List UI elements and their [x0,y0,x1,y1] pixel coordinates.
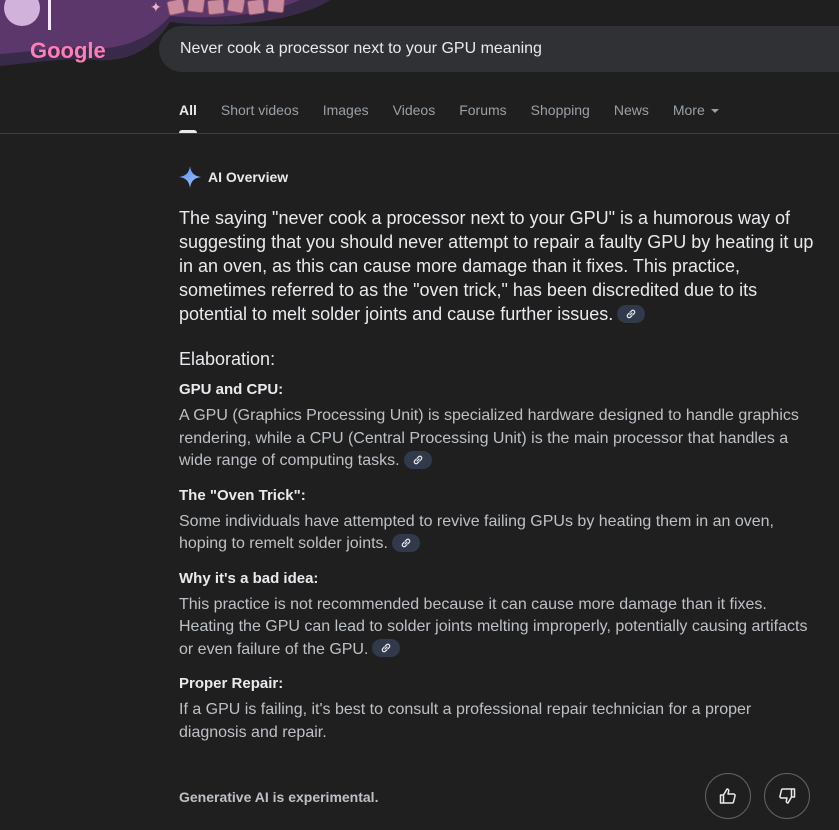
section-body: A GPU (Graphics Processing Unit) is spec… [179,405,819,473]
thumbs-up-icon [719,788,736,804]
tab-videos[interactable]: Videos [393,102,436,133]
section-body: This practice is not recommended because… [179,594,819,662]
ai-overview-header: AI Overview [178,164,819,190]
section-body: If a GPU is failing, it's best to consul… [179,701,752,741]
tab-more[interactable]: More [673,102,719,133]
tab-shopping[interactable]: Shopping [531,102,590,133]
section-body-text: Some individuals have attempted to reviv… [179,512,774,553]
tab-news[interactable]: News [614,102,649,133]
header: ✦ Google Never cook a processor next to … [0,0,839,134]
section-title: The "Oven Trick": [179,486,306,504]
svg-text:✦: ✦ [150,0,162,16]
link-icon[interactable] [372,639,401,658]
ai-disclaimer: Generative AI is experimental. [179,789,379,805]
section-body: Some individuals have attempted to reviv… [179,511,819,556]
tab-short-videos[interactable]: Short videos [221,102,299,133]
tab-images[interactable]: Images [323,102,369,133]
link-icon[interactable] [403,450,432,469]
ai-overview-title: AI Overview [208,169,289,185]
ai-overview-summary: The saying "never cook a processor next … [179,206,819,326]
elaboration-heading: Elaboration: [179,349,276,369]
tab-forums[interactable]: Forums [459,102,506,133]
section-body-text: This practice is not recommended because… [179,595,808,658]
section-title: Proper Repair: [179,675,284,692]
search-input[interactable]: Never cook a processor next to your GPU … [159,26,839,72]
search-query-text: Never cook a processor next to your GPU … [180,40,542,57]
summary-text: The saying "never cook a processor next … [179,208,814,324]
svg-text:Google: Google [30,38,106,63]
link-icon[interactable] [392,533,420,552]
ai-overview: AI Overview The saying "never cook a pro… [179,164,819,757]
thumbs-down-icon [779,788,796,804]
thumbs-up-button[interactable] [705,773,751,819]
tab-all[interactable]: All [179,102,197,133]
section-title: Why it's a bad idea: [179,569,319,587]
section-body-text: A GPU (Graphics Processing Unit) is spec… [179,407,799,469]
gemini-sparkle-icon [179,166,201,188]
link-icon[interactable] [617,305,646,324]
caret-down-icon [710,109,719,114]
section-title: GPU and CPU: [179,381,284,398]
search-tabs: All Short videos Images Videos Forums Sh… [179,102,743,133]
tab-more-label: More [672,102,705,118]
thumbs-down-button[interactable] [764,773,810,819]
